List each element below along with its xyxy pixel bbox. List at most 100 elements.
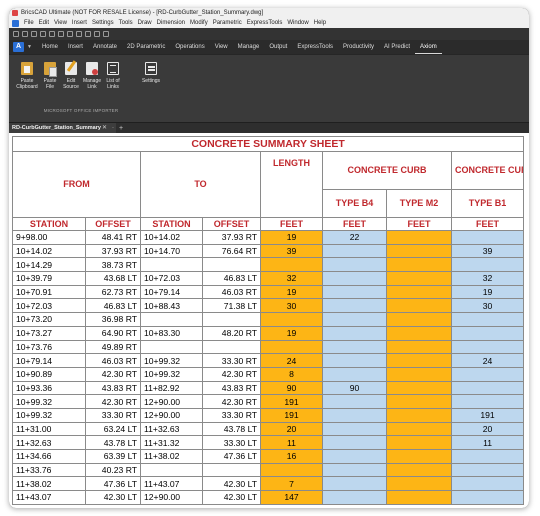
menu-item-dimension[interactable]: Dimension [157, 18, 185, 28]
tab-operations[interactable]: Operations [170, 40, 209, 54]
settings-button[interactable]: Settings [137, 62, 165, 84]
cell-length-feet: 16 [260, 449, 323, 464]
layer-icon[interactable] [76, 31, 82, 37]
cell-to-station: 11+32.63 [140, 421, 203, 437]
tab-ai-predict[interactable]: AI Predict [379, 40, 415, 54]
cell-to-offset: 46.83 LT [202, 271, 261, 286]
workspace-icon[interactable] [103, 31, 109, 37]
table-row: 10+79.14 46.03 RT 10+99.32 33.30 RT 24 24 [12, 353, 525, 368]
cell-type-b4-feet [322, 490, 387, 505]
tab-annotate[interactable]: Annotate [88, 40, 122, 54]
tab-expresstools[interactable]: ExpressTools [292, 40, 338, 54]
cell-from-offset: 33.30 RT [85, 407, 141, 423]
menu-item-edit[interactable]: Edit [39, 18, 49, 28]
drawing-canvas[interactable]: CONCRETE SUMMARY SHEET FROM TO LENGTH CO… [9, 133, 529, 508]
cell-type-b1-feet: 32 [450, 271, 525, 286]
cell-length-feet: 191 [260, 407, 323, 423]
header-to: TO [140, 151, 261, 218]
tab-output[interactable]: Output [264, 40, 292, 54]
tab-manage[interactable]: Manage [233, 40, 265, 54]
menu-item-file[interactable]: File [24, 18, 34, 28]
cell-from-offset: 40.23 RT [85, 462, 141, 478]
cell-type-m2-feet [386, 462, 452, 478]
cell-to-offset [202, 339, 261, 355]
menu-item-view[interactable]: View [54, 18, 67, 28]
open-file-icon[interactable] [22, 31, 28, 37]
cell-to-offset: 42.30 LT [202, 490, 261, 505]
properties-icon[interactable] [85, 31, 91, 37]
cell-type-m2-feet [386, 435, 452, 450]
paste-file-button[interactable]: Paste File [39, 62, 61, 90]
cell-from-offset: 43.83 RT [85, 380, 141, 396]
title-bar: BricsCAD Ultimate (NOT FOR RESALE Licens… [9, 8, 529, 18]
tab-view[interactable]: View [210, 40, 233, 54]
sheet-title: CONCRETE SUMMARY SHEET [11, 136, 525, 152]
cell-type-b1-feet [450, 449, 525, 464]
app-menu-icon[interactable] [12, 19, 19, 27]
cell-from-offset: 63.24 LT [85, 421, 141, 437]
undo-icon[interactable] [58, 31, 64, 37]
menu-item-help[interactable]: Help [314, 18, 326, 28]
save-as-icon[interactable] [40, 31, 46, 37]
menu-item-modify[interactable]: Modify [190, 18, 208, 28]
menu-item-tools[interactable]: Tools [119, 18, 133, 28]
cell-to-station: 10+72.03 [140, 271, 203, 286]
cell-type-m2-feet [386, 394, 452, 409]
cell-to-offset [202, 462, 261, 478]
cell-to-offset [202, 312, 261, 327]
cell-type-b4-feet [322, 449, 387, 464]
manage-link-button[interactable]: Manage Link [81, 62, 103, 90]
paste-clipboard-button[interactable]: Paste Clipboard [16, 62, 38, 90]
table-row: 10+93.36 43.83 RT 11+82.92 43.83 RT 90 90 [12, 380, 525, 396]
document-tab-label: RD-CurbGutter_Station_Summary [12, 125, 101, 131]
application-menu-button[interactable]: A [13, 42, 24, 52]
cell-to-station [140, 462, 203, 478]
menu-item-settings[interactable]: Settings [92, 18, 114, 28]
tab-axiom[interactable]: Axiom [415, 40, 442, 54]
cell-type-m2-feet [386, 271, 452, 286]
redo-icon[interactable] [67, 31, 73, 37]
menu-item-draw[interactable]: Draw [138, 18, 152, 28]
chevron-down-icon[interactable]: ▼ [27, 44, 32, 50]
cell-to-station: 11+82.92 [140, 380, 203, 396]
cell-type-b1-feet: 30 [450, 298, 525, 314]
plot-icon[interactable] [94, 31, 100, 37]
cell-length-feet: 191 [260, 394, 323, 409]
tab-productivity[interactable]: Productivity [338, 40, 379, 54]
tab-2d-parametric[interactable]: 2D Parametric [122, 40, 170, 54]
cell-type-b1-feet [450, 339, 525, 355]
table-row: 10+70.91 62.73 RT 10+79.14 46.03 RT 19 19 [12, 284, 525, 300]
table-row: 10+99.32 33.30 RT 12+90.00 33.30 RT 191 191 [12, 407, 525, 423]
cell-from-station: 11+31.00 [12, 421, 86, 437]
new-file-icon[interactable] [13, 31, 19, 37]
print-icon[interactable] [49, 31, 55, 37]
cell-from-offset: 49.89 RT [85, 339, 141, 355]
header-type-b4: TYPE B4 [322, 189, 387, 218]
cell-from-station: 11+32.63 [12, 435, 86, 450]
cell-type-b4-feet [322, 243, 387, 259]
cell-from-station: 11+43.07 [12, 490, 86, 505]
menu-item-window[interactable]: Window [287, 18, 308, 28]
column-header-length-feet: FEET [260, 217, 323, 231]
cell-type-b4-feet [322, 407, 387, 423]
cell-to-station: 10+99.32 [140, 366, 203, 382]
tab-insert[interactable]: Insert [63, 40, 88, 54]
menu-item-parametric[interactable]: Parametric [213, 18, 242, 28]
cell-to-station: 10+14.02 [140, 230, 203, 245]
table-row: 10+72.03 46.83 LT 10+88.43 71.38 LT 30 30 [12, 298, 525, 314]
save-icon[interactable] [31, 31, 37, 37]
cell-from-station: 10+14.02 [12, 243, 86, 259]
cell-to-station: 11+31.32 [140, 435, 203, 450]
cell-length-feet: 19 [260, 325, 323, 341]
edit-source-button[interactable]: Edit Source [60, 62, 82, 90]
cell-type-m2-feet [386, 380, 452, 396]
menu-item-expresstools[interactable]: ExpressTools [247, 18, 283, 28]
cell-to-offset: 47.36 LT [202, 449, 261, 464]
tab-home[interactable]: Home [37, 40, 63, 54]
table-row: 11+33.76 40.23 RT [12, 462, 525, 478]
cell-to-station: 11+43.07 [140, 476, 203, 492]
cell-from-offset: 42.30 LT [85, 490, 141, 505]
cell-to-offset: 33.30 LT [202, 435, 261, 450]
menu-item-insert[interactable]: Insert [72, 18, 87, 28]
list-of-links-button[interactable]: List of Links [102, 62, 124, 90]
